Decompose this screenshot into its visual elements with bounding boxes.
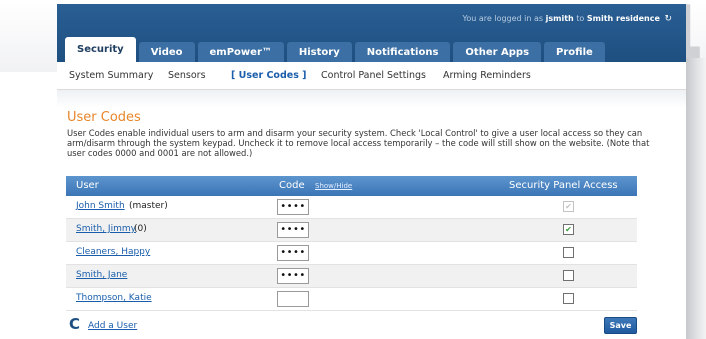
tab-profile[interactable]: Profile <box>544 42 605 62</box>
table-row: Smith, Jane •••• <box>66 265 637 288</box>
user-name-link[interactable]: Thompson, Katie <box>76 293 152 303</box>
add-user-link[interactable]: Add a User <box>88 321 137 331</box>
user-codes-table: User Code Show/Hide Security Panel Acces… <box>66 176 637 311</box>
login-status: You are logged in as jsmith to Smith res… <box>463 14 672 24</box>
top-header: You are logged in as jsmith to Smith res… <box>57 4 686 62</box>
panel-access-checkbox[interactable] <box>563 270 574 281</box>
panel-access-checkbox[interactable] <box>563 293 574 304</box>
code-field[interactable] <box>277 291 309 307</box>
panel-access-checkbox[interactable] <box>563 247 574 258</box>
code-field[interactable]: •••• <box>277 222 309 238</box>
subnav-system-summary[interactable]: System Summary <box>69 70 153 81</box>
code-field[interactable]: •••• <box>277 268 309 284</box>
user-name-link[interactable]: Smith, Jimmy <box>76 224 136 234</box>
column-code: Code <box>279 180 305 191</box>
user-role: (0) <box>134 224 147 234</box>
table-row: Cleaners, Happy •••• <box>66 242 637 265</box>
tab-other-apps[interactable]: Other Apps <box>453 42 542 62</box>
table-row: John Smith (master) •••• ✔ <box>66 196 637 219</box>
code-field[interactable]: •••• <box>277 199 309 215</box>
page-shadow <box>686 58 706 339</box>
subnav-control-panel-settings[interactable]: Control Panel Settings <box>321 70 426 81</box>
user-name-link[interactable]: Smith, Jane <box>76 270 127 280</box>
user-name-link[interactable]: Cleaners, Happy <box>76 247 150 257</box>
table-row: Thompson, Katie <box>66 288 637 311</box>
username-link[interactable]: jsmith <box>546 14 574 23</box>
checkmark-icon: ✔ <box>565 225 572 234</box>
tab-history[interactable]: History <box>286 42 352 62</box>
column-user: User <box>76 180 99 191</box>
tab-notifications[interactable]: Notifications <box>354 42 451 62</box>
tab-video[interactable]: Video <box>138 42 195 62</box>
show-hide-link[interactable]: Show/Hide <box>315 182 352 190</box>
tab-empower[interactable]: emPower™ <box>197 42 284 62</box>
login-middle: to <box>576 14 585 23</box>
table-footer: C Add a User Save <box>66 315 637 335</box>
page-title: User Codes <box>67 110 141 125</box>
tab-security[interactable]: Security <box>65 37 136 62</box>
add-user-icon[interactable]: C <box>69 315 80 333</box>
table-row: Smith, Jimmy (0) •••• ✔ <box>66 219 637 242</box>
subnav-sensors[interactable]: Sensors <box>168 70 206 81</box>
subnav-user-codes[interactable]: [ User Codes ] <box>231 70 307 81</box>
user-role: (master) <box>129 201 168 211</box>
save-button[interactable]: Save <box>604 317 637 334</box>
panel-access-checkbox: ✔ <box>563 201 574 212</box>
refresh-icon[interactable]: ↻ <box>664 14 672 24</box>
table-header: User Code Show/Hide Security Panel Acces… <box>66 176 637 196</box>
page-description: User Codes enable individual users to ar… <box>67 128 650 158</box>
app-window: You are logged in as jsmith to Smith res… <box>57 4 686 339</box>
subnav-arming-reminders[interactable]: Arming Reminders <box>443 70 531 81</box>
security-subnav: System Summary Sensors [ User Codes ] Co… <box>57 62 686 90</box>
code-field[interactable]: •••• <box>277 245 309 261</box>
residence-name[interactable]: Smith residence <box>587 14 660 23</box>
column-security-panel-access: Security Panel Access <box>509 180 618 191</box>
panel-access-checkbox[interactable]: ✔ <box>563 224 574 235</box>
login-prefix: You are logged in as <box>462 14 544 23</box>
user-name-link[interactable]: John Smith <box>76 201 125 211</box>
checkmark-icon: ✔ <box>565 202 572 211</box>
main-tabs: Security Video emPower™ History Notifica… <box>65 37 608 62</box>
user-codes-panel: User Codes User Codes enable individual … <box>57 90 686 339</box>
